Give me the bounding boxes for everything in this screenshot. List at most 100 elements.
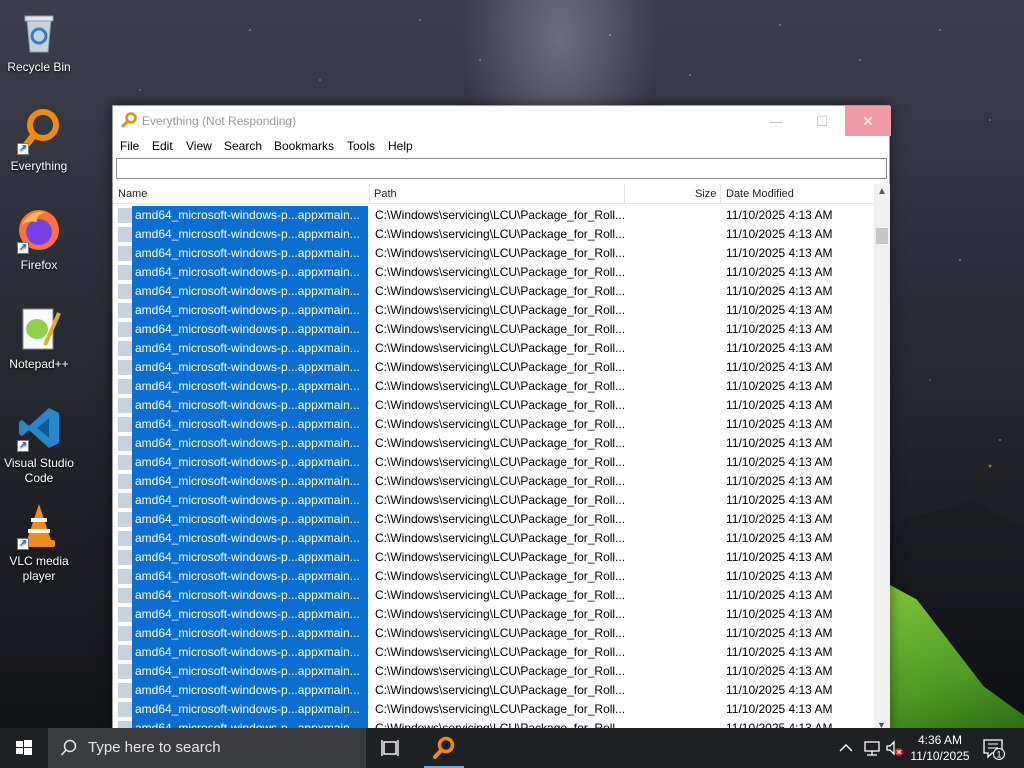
table-row[interactable]: amd64_microsoft-windows-p...appxmain... C…: [113, 643, 874, 662]
table-row[interactable]: amd64_microsoft-windows-p...appxmain... C…: [113, 453, 874, 472]
desktop-icon-vscode[interactable]: ↗ Visual Studio Code: [0, 404, 78, 486]
menu-help[interactable]: Help: [388, 139, 413, 153]
file-icon: [118, 645, 132, 660]
column-header-size[interactable]: Size: [695, 188, 716, 200]
row-name: amd64_microsoft-windows-p...appxmain...: [132, 377, 368, 396]
row-name: amd64_microsoft-windows-p...appxmain...: [132, 529, 368, 548]
table-row[interactable]: amd64_microsoft-windows-p...appxmain... C…: [113, 681, 874, 700]
row-path: C:\Windows\servicing\LCU\Package_for_Rol…: [375, 588, 626, 602]
firefox-icon: ↗: [15, 206, 63, 254]
file-icon: [118, 683, 132, 698]
row-date-modified: 11/10/2025 4:13 AM: [726, 417, 833, 431]
task-view-button[interactable]: [378, 738, 406, 763]
column-divider[interactable]: [369, 184, 370, 204]
everything-icon: [121, 112, 137, 133]
row-path: C:\Windows\servicing\LCU\Package_for_Rol…: [375, 664, 626, 678]
row-name: amd64_microsoft-windows-p...appxmain...: [132, 339, 368, 358]
table-row[interactable]: amd64_microsoft-windows-p...appxmain... C…: [113, 301, 874, 320]
row-date-modified: 11/10/2025 4:13 AM: [726, 607, 833, 621]
table-row[interactable]: amd64_microsoft-windows-p...appxmain... C…: [113, 472, 874, 491]
table-row[interactable]: amd64_microsoft-windows-p...appxmain... C…: [113, 377, 874, 396]
table-row[interactable]: amd64_microsoft-windows-p...appxmain... C…: [113, 415, 874, 434]
column-header-date-modified[interactable]: Date Modified: [726, 188, 794, 200]
network-icon[interactable]: [862, 738, 882, 768]
table-row[interactable]: amd64_microsoft-windows-p...appxmain... C…: [113, 586, 874, 605]
file-icon: [118, 227, 132, 242]
table-row[interactable]: amd64_microsoft-windows-p...appxmain... C…: [113, 339, 874, 358]
desktop-icon-recycle-bin[interactable]: Recycle Bin: [0, 8, 78, 75]
table-row[interactable]: amd64_microsoft-windows-p...appxmain... C…: [113, 700, 874, 719]
scroll-up-icon[interactable]: ▲: [877, 186, 887, 197]
table-row[interactable]: amd64_microsoft-windows-p...appxmain... C…: [113, 263, 874, 282]
table-row[interactable]: amd64_microsoft-windows-p...appxmain... C…: [113, 206, 874, 225]
volume-muted-icon[interactable]: [884, 738, 904, 768]
menu-tools[interactable]: Tools: [347, 139, 375, 153]
row-path: C:\Windows\servicing\LCU\Package_for_Rol…: [375, 265, 626, 279]
row-path: C:\Windows\servicing\LCU\Package_for_Rol…: [375, 645, 626, 659]
file-icon: [118, 588, 132, 603]
menu-bookmarks[interactable]: Bookmarks: [274, 139, 334, 153]
menu-file[interactable]: File: [120, 139, 139, 153]
table-row[interactable]: amd64_microsoft-windows-p...appxmain... C…: [113, 624, 874, 643]
close-button[interactable]: ✕: [845, 106, 891, 136]
row-path: C:\Windows\servicing\LCU\Package_for_Rol…: [375, 417, 626, 431]
maximize-button[interactable]: ☐: [799, 106, 845, 136]
table-row[interactable]: amd64_microsoft-windows-p...appxmain... C…: [113, 244, 874, 263]
file-icon: [118, 208, 132, 223]
system-clock[interactable]: 4:36 AM 11/10/2025: [904, 732, 976, 764]
table-row[interactable]: amd64_microsoft-windows-p...appxmain... C…: [113, 605, 874, 624]
show-hidden-icons-chevron-icon[interactable]: [838, 738, 854, 768]
desktop-icon-vlc[interactable]: ↗ VLC media player: [0, 502, 78, 584]
file-icon: [118, 702, 132, 717]
table-row[interactable]: amd64_microsoft-windows-p...appxmain... C…: [113, 225, 874, 244]
table-row[interactable]: amd64_microsoft-windows-p...appxmain... C…: [113, 282, 874, 301]
row-name: amd64_microsoft-windows-p...appxmain...: [132, 548, 368, 567]
table-row[interactable]: amd64_microsoft-windows-p...appxmain... C…: [113, 434, 874, 453]
search-input[interactable]: [116, 158, 887, 179]
row-name: amd64_microsoft-windows-p...appxmain...: [132, 453, 368, 472]
menu-bar: File Edit View Search Bookmarks Tools He…: [113, 136, 889, 156]
table-row[interactable]: amd64_microsoft-windows-p...appxmain... C…: [113, 510, 874, 529]
table-row[interactable]: amd64_microsoft-windows-p...appxmain... C…: [113, 529, 874, 548]
row-path: C:\Windows\servicing\LCU\Package_for_Rol…: [375, 626, 626, 640]
column-header-path[interactable]: Path: [374, 188, 397, 200]
row-name: amd64_microsoft-windows-p...appxmain...: [132, 510, 368, 529]
menu-search[interactable]: Search: [224, 139, 262, 153]
menu-view[interactable]: View: [186, 139, 212, 153]
row-name: amd64_microsoft-windows-p...appxmain...: [132, 396, 368, 415]
action-center-button[interactable]: 1: [982, 738, 1006, 765]
column-divider[interactable]: [624, 184, 625, 204]
results-header: Name Path Size Date Modified: [113, 184, 874, 204]
row-name: amd64_microsoft-windows-p...appxmain...: [132, 624, 368, 643]
notification-count: 1: [996, 750, 1001, 760]
table-row[interactable]: amd64_microsoft-windows-p...appxmain... C…: [113, 491, 874, 510]
taskbar-everything[interactable]: [424, 728, 464, 768]
row-name: amd64_microsoft-windows-p...appxmain...: [132, 415, 368, 434]
column-divider[interactable]: [720, 184, 721, 204]
taskbar-search[interactable]: Type here to search: [48, 728, 366, 768]
row-name: amd64_microsoft-windows-p...appxmain...: [132, 206, 368, 225]
notepadpp-icon: [15, 305, 63, 353]
table-row[interactable]: amd64_microsoft-windows-p...appxmain... C…: [113, 662, 874, 681]
scrollbar-thumb[interactable]: [876, 228, 888, 244]
vertical-scrollbar[interactable]: ▲ ▼: [874, 184, 890, 730]
table-row[interactable]: amd64_microsoft-windows-p...appxmain... C…: [113, 320, 874, 339]
search-icon: [60, 739, 77, 756]
table-row[interactable]: amd64_microsoft-windows-p...appxmain... C…: [113, 548, 874, 567]
minimize-button[interactable]: —: [753, 106, 799, 136]
desktop-icon-notepadpp[interactable]: Notepad++: [0, 305, 78, 372]
start-button[interactable]: [0, 728, 48, 768]
table-row[interactable]: amd64_microsoft-windows-p...appxmain... C…: [113, 358, 874, 377]
desktop-icon-firefox[interactable]: ↗ Firefox: [0, 206, 78, 273]
table-row[interactable]: amd64_microsoft-windows-p...appxmain... C…: [113, 396, 874, 415]
table-row[interactable]: amd64_microsoft-windows-p...appxmain... C…: [113, 567, 874, 586]
title-bar[interactable]: Everything (Not Responding) — ☐ ✕: [113, 106, 891, 136]
menu-edit[interactable]: Edit: [152, 139, 173, 153]
column-header-name[interactable]: Name: [118, 188, 147, 200]
desktop-icon-everything[interactable]: ↗ Everything: [0, 107, 78, 174]
desktop-icon-label: Firefox: [20, 258, 58, 272]
row-path: C:\Windows\servicing\LCU\Package_for_Rol…: [375, 493, 626, 507]
row-date-modified: 11/10/2025 4:13 AM: [726, 569, 833, 583]
search-placeholder: Type here to search: [88, 739, 221, 756]
task-view-icon: [381, 740, 399, 756]
